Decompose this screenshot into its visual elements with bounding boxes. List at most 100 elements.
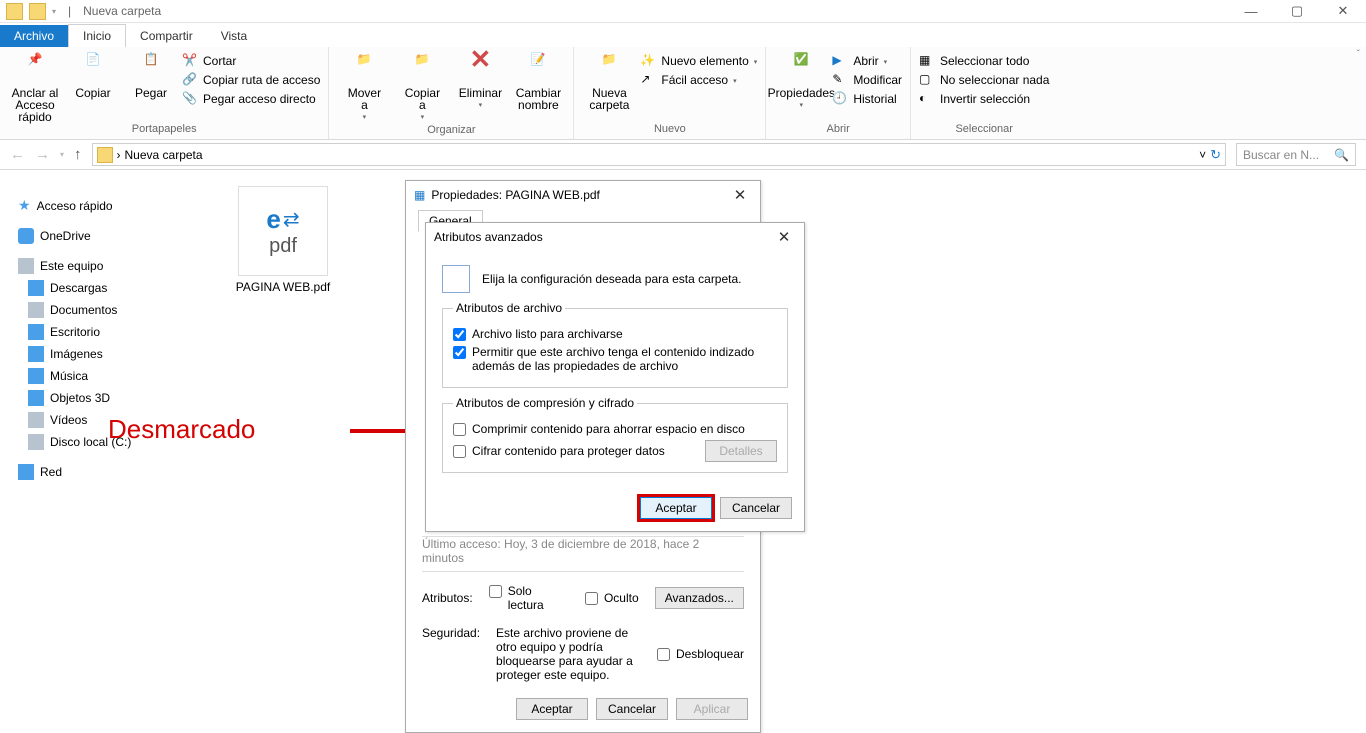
readonly-input[interactable] xyxy=(489,585,502,598)
star-icon: ★ xyxy=(18,197,31,214)
accept-button[interactable]: Aceptar xyxy=(516,698,588,720)
moveto-button[interactable]: 📁Mover a▾ xyxy=(337,49,391,124)
sidebar-this-pc[interactable]: Este equipo xyxy=(6,255,194,277)
archive-ready-checkbox[interactable]: Archivo listo para archivarse xyxy=(453,327,777,341)
properties-button[interactable]: ✅Propiedades▾ xyxy=(774,49,828,112)
sidebar-item-documents[interactable]: Documentos xyxy=(6,299,194,321)
content-pane[interactable]: e⇄ pdf PAGINA WEB.pdf Desmarcado ▦ Propi… xyxy=(200,170,1366,726)
unblock-checkbox[interactable]: Desbloquear xyxy=(657,630,744,678)
sidebar-network[interactable]: Red xyxy=(6,461,194,483)
addr-dropdown-icon[interactable]: ˅ xyxy=(1199,148,1206,162)
selectall-label: Seleccionar todo xyxy=(940,54,1029,68)
delete-button[interactable]: ✕Eliminar▾ xyxy=(453,49,507,112)
selectall-button[interactable]: ▦Seleccionar todo xyxy=(919,53,1049,69)
archive-ready-input[interactable] xyxy=(453,328,466,341)
cancel-button[interactable]: Cancelar xyxy=(720,497,792,519)
properties-dialog-title[interactable]: ▦ Propiedades: PAGINA WEB.pdf ✕ xyxy=(406,181,760,209)
up-button[interactable]: ↑ xyxy=(74,146,82,163)
copy-button[interactable]: 📄 Copiar xyxy=(66,49,120,99)
readonly-checkbox[interactable]: Solo lectura xyxy=(489,584,569,612)
search-input[interactable]: Buscar en N... 🔍 xyxy=(1236,143,1356,166)
selectnone-icon: ▢ xyxy=(919,72,935,88)
tab-home[interactable]: Inicio xyxy=(68,24,126,47)
sidebar-item-downloads[interactable]: Descargas xyxy=(6,277,194,299)
sidebar-item-music[interactable]: Música xyxy=(6,365,194,387)
tab-view[interactable]: Vista xyxy=(207,25,261,47)
unblock-input[interactable] xyxy=(657,648,670,661)
hidden-checkbox[interactable]: Oculto xyxy=(585,591,639,605)
apply-button[interactable]: Aplicar xyxy=(676,698,748,720)
back-button[interactable]: ← xyxy=(10,146,25,163)
edit-button[interactable]: ✎Modificar xyxy=(832,72,902,88)
rename-button[interactable]: 📝Cambiar nombre xyxy=(511,49,565,111)
sidebar-onedrive[interactable]: OneDrive xyxy=(6,225,194,247)
paste-button[interactable]: 📋 Pegar xyxy=(124,49,178,99)
arrows-icon: ⇄ xyxy=(283,207,300,232)
compress-checkbox[interactable]: Comprimir contenido para ahorrar espacio… xyxy=(453,422,777,436)
forward-button[interactable]: → xyxy=(35,146,50,163)
adv-dialog-title[interactable]: Atributos avanzados ✕ xyxy=(426,223,804,251)
rename-label: Cambiar nombre xyxy=(516,87,561,111)
cut-button[interactable]: ✂️Cortar xyxy=(182,53,320,69)
sidebar-item-label: Imágenes xyxy=(50,347,103,361)
sidebar-quick-access[interactable]: ★Acceso rápido xyxy=(6,194,194,217)
address-bar[interactable]: › Nueva carpeta ˅ ↻ xyxy=(92,143,1226,166)
documents-icon xyxy=(28,302,44,318)
pasteshort-button[interactable]: 📎Pegar acceso directo xyxy=(182,91,320,107)
moveto-label: Mover a xyxy=(348,87,381,111)
sidebar-item-pictures[interactable]: Imágenes xyxy=(6,343,194,365)
page-icon xyxy=(442,265,470,293)
minimize-button[interactable]: — xyxy=(1228,0,1274,23)
copyto-button[interactable]: 📁Copiar a▾ xyxy=(395,49,449,124)
newfolder-button[interactable]: 📁Nueva carpeta xyxy=(582,49,636,111)
compress-input[interactable] xyxy=(453,423,466,436)
tab-share[interactable]: Compartir xyxy=(126,25,207,47)
search-placeholder: Buscar en N... xyxy=(1243,148,1319,162)
sidebar-item-3dobjects[interactable]: Objetos 3D xyxy=(6,387,194,409)
encrypt-input[interactable] xyxy=(453,445,466,458)
details-button[interactable]: Detalles xyxy=(705,440,777,462)
close-button[interactable]: ✕ xyxy=(1320,0,1366,23)
copyto-label: Copiar a xyxy=(405,87,440,111)
ribbon-collapse-icon[interactable]: ˇ xyxy=(1357,49,1360,60)
chevron-down-icon[interactable]: ▾ xyxy=(52,7,56,16)
file-thumbnail: e⇄ pdf xyxy=(238,186,328,276)
encrypt-checkbox[interactable]: Cifrar contenido para proteger datos xyxy=(453,444,697,458)
file-attributes-group: Atributos de archivo Archivo listo para … xyxy=(442,301,788,388)
invertsel-button[interactable]: ◐Invertir selección xyxy=(919,91,1049,107)
breadcrumb-sep: › xyxy=(117,148,121,162)
close-icon[interactable]: ✕ xyxy=(728,186,752,204)
copypath-icon: 🔗 xyxy=(182,72,198,88)
newitem-icon: ✨ xyxy=(640,53,656,69)
refresh-icon[interactable]: ↻ xyxy=(1210,147,1221,163)
pasteshort-label: Pegar acceso directo xyxy=(203,92,316,106)
open-label: Abrir xyxy=(853,54,878,68)
index-content-checkbox[interactable]: Permitir que este archivo tenga el conte… xyxy=(453,345,777,373)
file-name: PAGINA WEB.pdf xyxy=(228,280,338,294)
close-icon[interactable]: ✕ xyxy=(772,228,796,246)
group-organize-label: Organizar xyxy=(337,124,565,138)
index-content-input[interactable] xyxy=(453,346,466,359)
chevron-down-icon: ▾ xyxy=(733,77,737,85)
history-label: Historial xyxy=(853,92,896,106)
easyaccess-button[interactable]: ↗Fácil acceso ▾ xyxy=(640,72,757,88)
hidden-input[interactable] xyxy=(585,592,598,605)
sidebar-item-desktop[interactable]: Escritorio xyxy=(6,321,194,343)
pin-button[interactable]: 📌 Anclar al Acceso rápido xyxy=(8,49,62,123)
maximize-button[interactable]: ▢ xyxy=(1274,0,1320,23)
accept-button[interactable]: Aceptar xyxy=(640,497,712,519)
breadcrumb[interactable]: Nueva carpeta xyxy=(125,148,203,162)
copypath-button[interactable]: 🔗Copiar ruta de acceso xyxy=(182,72,320,88)
tab-file[interactable]: Archivo xyxy=(0,25,68,47)
group-clipboard: 📌 Anclar al Acceso rápido 📄 Copiar 📋 Peg… xyxy=(0,47,329,139)
open-button[interactable]: ▶Abrir ▾ xyxy=(832,53,902,69)
cancel-button[interactable]: Cancelar xyxy=(596,698,668,720)
selectnone-button[interactable]: ▢No seleccionar nada xyxy=(919,72,1049,88)
history-dropdown-icon[interactable]: ▾ xyxy=(60,150,64,159)
advanced-button[interactable]: Avanzados... xyxy=(655,587,744,609)
newitem-button[interactable]: ✨Nuevo elemento ▾ xyxy=(640,53,757,69)
nav-pane: ★Acceso rápido OneDrive Este equipo Desc… xyxy=(0,170,200,726)
history-button[interactable]: 🕘Historial xyxy=(832,91,902,107)
invertsel-label: Invertir selección xyxy=(940,92,1030,106)
file-item[interactable]: e⇄ pdf PAGINA WEB.pdf xyxy=(228,186,338,294)
